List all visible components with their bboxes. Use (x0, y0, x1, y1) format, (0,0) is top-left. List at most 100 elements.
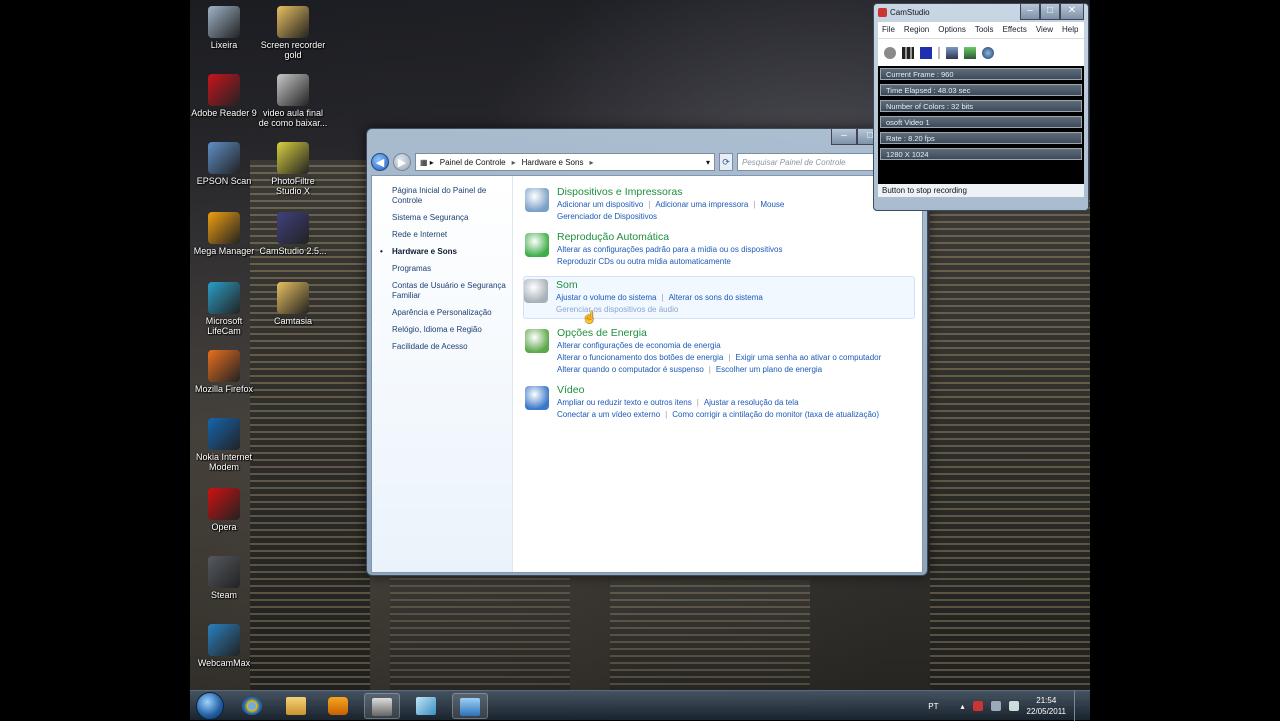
link-row: Conectar a um vídeo externo | Como corrigi… (557, 409, 917, 421)
task-link[interactable]: Gerenciar os dispositivos de áudio (556, 305, 678, 314)
sidebar-link[interactable]: Facilidade de Acesso (392, 342, 512, 352)
address-bar[interactable]: ▦ ▸ Painel de Controle ▸ Hardware e Sons… (415, 153, 715, 171)
forward-button[interactable]: ▶ (393, 153, 411, 171)
task-link[interactable]: Conectar a um vídeo externo (557, 410, 660, 419)
breadcrumb-item[interactable]: Hardware e Sons (522, 158, 584, 167)
desktop-icon[interactable]: Mozilla Firefox (189, 350, 259, 394)
task-link[interactable]: Alterar as configurações padrão para a m… (557, 245, 782, 254)
clock-date: 22/05/2011 (1026, 707, 1066, 716)
desktop-icon[interactable]: Opera (189, 488, 259, 532)
taskbar-app[interactable] (408, 693, 444, 719)
maximize-button[interactable]: □ (1040, 4, 1060, 20)
flag-icon[interactable] (972, 701, 983, 711)
control-panel-icon: ▦ ▸ (420, 157, 434, 167)
menu-item-effects[interactable]: Effects (1003, 25, 1027, 34)
back-button[interactable]: ◀ (371, 153, 389, 171)
sidebar-link[interactable]: Contas de Usuário e Segurança Familiar (392, 281, 512, 301)
clock[interactable]: 21:54 22/05/2011 (1027, 695, 1066, 717)
menu-item-help[interactable]: Help (1062, 25, 1078, 34)
sidebar-link[interactable]: Página Inicial do Painel de Controle (392, 186, 512, 206)
task-link[interactable]: Escolher um plano de energia (716, 365, 822, 374)
category-title[interactable]: Reprodução Automática (557, 231, 917, 244)
system-tray: PT ▴ 21:54 22/05/2011 (928, 691, 1082, 721)
desktop-icon[interactable]: WebcamMax (189, 624, 259, 668)
menu-item-options[interactable]: Options (938, 25, 966, 34)
chevron-up-icon[interactable]: ▴ (961, 702, 965, 711)
task-link[interactable]: Alterar os sons do sistema (669, 293, 763, 302)
sidebar-link[interactable]: Aparência e Personalização (392, 308, 512, 318)
desktop-icon[interactable]: Adobe Reader 9 (189, 74, 259, 118)
category-title[interactable]: Som (556, 279, 914, 292)
task-link[interactable]: Mouse (760, 200, 784, 209)
category-title[interactable]: Opções de Energia (557, 327, 917, 340)
sidebar-link[interactable]: Hardware e Sons (380, 247, 512, 257)
taskbar-control-panel[interactable] (452, 693, 488, 719)
record-icon[interactable] (884, 46, 896, 59)
desktop-icon[interactable]: Mega Manager (189, 212, 259, 256)
sidebar-link[interactable]: Rede e Internet (392, 230, 512, 240)
options-icon[interactable] (964, 46, 976, 59)
desktop-icon[interactable]: EPSON Scan (189, 142, 259, 186)
region-icon[interactable] (946, 46, 958, 59)
task-link[interactable]: Exigir uma senha ao ativar o computador (735, 353, 881, 362)
task-link[interactable]: Adicionar uma impressora (655, 200, 748, 209)
stop-icon[interactable] (920, 46, 932, 59)
task-link[interactable]: Gerenciador de Dispositivos (557, 212, 657, 221)
sound-icon[interactable] (524, 279, 548, 303)
desktop-icon-label: Microsoft LifeCam (205, 316, 243, 336)
task-link[interactable]: Adicionar um dispositivo (557, 200, 643, 209)
menu-item-file[interactable]: File (882, 25, 895, 34)
display-icon[interactable] (525, 386, 549, 410)
close-button[interactable]: ✕ (1060, 4, 1084, 20)
desktop-icon-label: CamStudio 2.5... (259, 246, 327, 256)
language-indicator[interactable]: PT (928, 702, 938, 711)
taskbar-media-player[interactable] (320, 693, 356, 719)
desktop-icon[interactable]: Steam (189, 556, 259, 600)
category-title[interactable]: Vídeo (557, 384, 917, 397)
pause-icon[interactable] (902, 46, 914, 59)
taskbar-camstudio[interactable] (364, 693, 400, 719)
power-options-icon[interactable] (525, 329, 549, 353)
volume-icon[interactable] (1008, 701, 1019, 711)
task-link[interactable]: Ampliar ou reduzir texto e outros itens (557, 398, 692, 407)
minimize-button[interactable]: – (831, 129, 857, 145)
minimize-button[interactable]: – (1020, 4, 1040, 20)
sidebar-link[interactable]: Relógio, Idioma e Região (392, 325, 512, 335)
desktop-icon[interactable]: Screen recorder gold (258, 6, 328, 60)
desktop-icon[interactable]: Microsoft LifeCam (189, 282, 259, 336)
taskbar-explorer[interactable] (278, 693, 314, 719)
breadcrumb-item[interactable]: Painel de Controle (440, 158, 506, 167)
task-link[interactable]: Alterar quando o computador é suspenso (557, 365, 704, 374)
desktop-icon[interactable]: Lixeira (189, 6, 259, 50)
task-link[interactable]: Reproduzir CDs ou outra mídia automatica… (557, 257, 731, 266)
desktop-icon[interactable]: video aula final de como baixar... (258, 74, 328, 128)
sidebar-link[interactable]: Programas (392, 264, 512, 274)
photofiltre-icon (277, 142, 309, 174)
menu-item-tools[interactable]: Tools (975, 25, 994, 34)
desktop-icon[interactable]: Nokia Internet Modem (189, 418, 259, 472)
menu-item-region[interactable]: Region (904, 25, 929, 34)
refresh-button[interactable]: ⟳ (719, 153, 733, 171)
camstudio-window[interactable]: CamStudio – □ ✕ File Region Options Tools Ef… (873, 3, 1089, 211)
show-desktop-button[interactable] (1074, 691, 1082, 721)
chevron-down-icon[interactable]: ▾ (706, 158, 710, 167)
task-link[interactable]: Alterar o funcionamento dos botões de en… (557, 353, 723, 362)
devices-printers-icon[interactable] (525, 188, 549, 212)
task-link[interactable]: Como corrigir a cintilação do monitor (t… (672, 410, 879, 419)
sidebar-link[interactable]: Sistema e Segurança (392, 213, 512, 223)
category-title[interactable]: Dispositivos e Impressoras (557, 186, 917, 199)
scanner-icon (208, 142, 240, 174)
network-icon[interactable] (990, 701, 1001, 711)
task-link[interactable]: Ajustar a resolução da tela (704, 398, 799, 407)
task-link[interactable]: Alterar configurações de economia de ene… (557, 341, 721, 350)
autoplay-icon[interactable] (525, 233, 549, 257)
taskbar-ie[interactable] (234, 693, 270, 719)
web-icon[interactable] (982, 46, 994, 59)
desktop-icon[interactable]: CamStudio 2.5... (258, 212, 328, 256)
desktop-icon[interactable]: Camtasia (258, 282, 328, 326)
task-link[interactable]: Ajustar o volume do sistema (556, 293, 657, 302)
desktop-icon[interactable]: PhotoFiltre Studio X (258, 142, 328, 196)
menu-item-view[interactable]: View (1036, 25, 1053, 34)
start-button[interactable] (196, 692, 224, 720)
control-panel-window[interactable]: – □ ✕ ◀ ▶ ▦ ▸ Painel de Controle ▸ Hardw… (366, 128, 928, 576)
